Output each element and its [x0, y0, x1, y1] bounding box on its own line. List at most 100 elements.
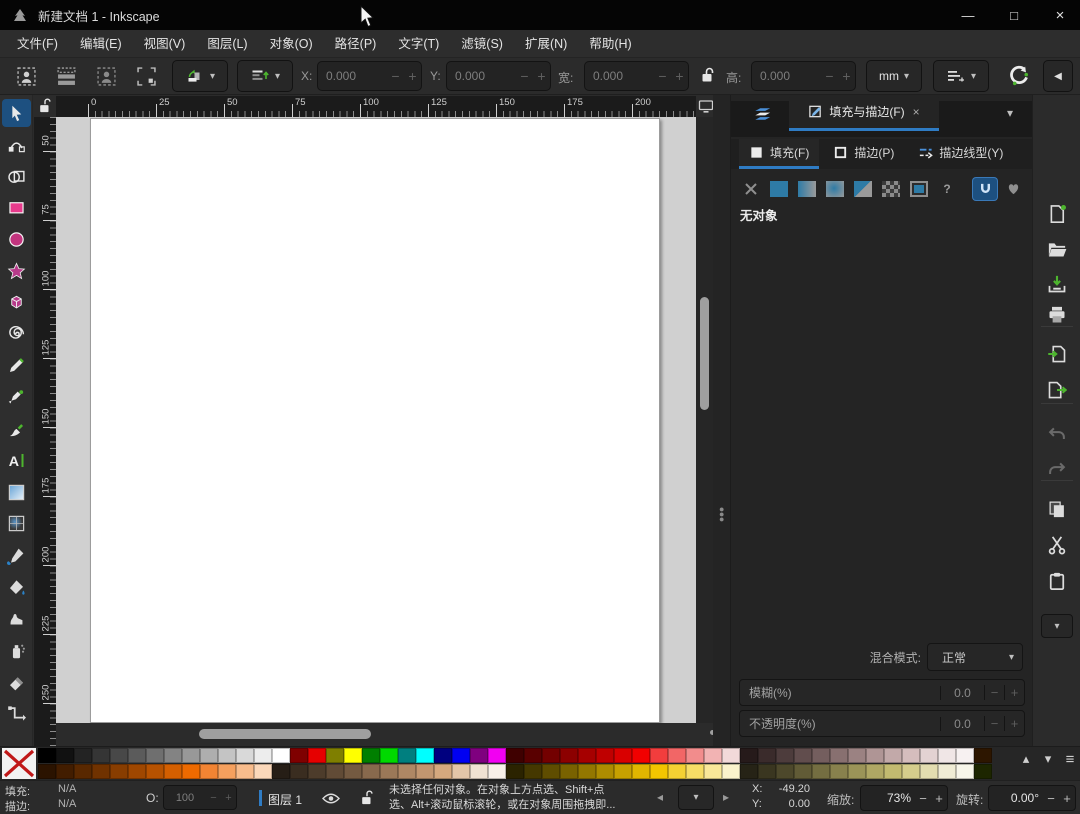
- tool-ellipse[interactable]: [2, 225, 31, 253]
- dialog-close-icon[interactable]: ×: [913, 105, 920, 119]
- fill-style-mesh-gradient[interactable]: [851, 178, 875, 200]
- fill-style-pattern[interactable]: [879, 178, 903, 200]
- color-swatch[interactable]: [74, 764, 92, 779]
- color-swatch[interactable]: [326, 764, 344, 779]
- color-swatch[interactable]: [668, 764, 686, 779]
- color-swatch[interactable]: [974, 764, 992, 779]
- color-swatch[interactable]: [398, 764, 416, 779]
- color-swatch[interactable]: [578, 764, 596, 779]
- layers-dialog-tab[interactable]: [741, 99, 785, 129]
- color-swatch[interactable]: [614, 748, 632, 763]
- color-swatch[interactable]: [776, 748, 794, 763]
- palette-scroll-down-icon[interactable]: ▾: [1038, 751, 1058, 767]
- color-swatch[interactable]: [560, 748, 578, 763]
- color-swatch[interactable]: [668, 748, 686, 763]
- tab-fill[interactable]: 填充(F): [739, 139, 820, 169]
- color-swatch[interactable]: [722, 748, 740, 763]
- paste-button[interactable]: [1045, 569, 1069, 593]
- color-swatch[interactable]: [884, 764, 902, 779]
- color-swatch[interactable]: [92, 748, 110, 763]
- color-swatch[interactable]: [200, 748, 218, 763]
- color-swatch[interactable]: [164, 748, 182, 763]
- layer-lock-icon[interactable]: [360, 790, 374, 806]
- minimize-button[interactable]: —: [945, 0, 991, 30]
- color-swatch[interactable]: [704, 764, 722, 779]
- export-button[interactable]: [1045, 378, 1069, 402]
- palette-menu-icon[interactable]: ≡: [1060, 751, 1080, 768]
- color-swatch[interactable]: [956, 748, 974, 763]
- select-mode-select-in-all-layers[interactable]: [50, 62, 82, 91]
- toolbar-collapse-button[interactable]: ◀: [1043, 60, 1073, 92]
- select-mode-select-objects[interactable]: [10, 62, 42, 91]
- dock-splitter[interactable]: ● ● ●: [713, 95, 730, 746]
- color-swatch[interactable]: [290, 764, 308, 779]
- color-swatch[interactable]: [434, 748, 452, 763]
- color-swatch[interactable]: [470, 748, 488, 763]
- status-prev-icon[interactable]: ◂: [657, 790, 663, 804]
- tool-tweak[interactable]: [2, 605, 31, 633]
- color-swatch[interactable]: [416, 748, 434, 763]
- color-swatch[interactable]: [974, 748, 992, 763]
- tool-rectangle[interactable]: [2, 194, 31, 222]
- tab-stroke-style[interactable]: 描边线型(Y): [908, 139, 1013, 169]
- tool-gradient[interactable]: [2, 478, 31, 506]
- lock-ratio-icon[interactable]: [700, 66, 716, 84]
- color-swatch[interactable]: [596, 748, 614, 763]
- color-swatch[interactable]: [272, 748, 290, 763]
- open-button[interactable]: [1045, 237, 1069, 261]
- color-swatch[interactable]: [398, 748, 416, 763]
- color-swatch[interactable]: [362, 764, 380, 779]
- color-swatch[interactable]: [434, 764, 452, 779]
- color-swatch[interactable]: [272, 764, 290, 779]
- menu-item-8[interactable]: 滤镜(S): [450, 30, 514, 58]
- color-swatch[interactable]: [830, 748, 848, 763]
- vertical-ruler[interactable]: 50 75 100 125 150 175 200 225 250: [34, 117, 56, 746]
- tool-pencil[interactable]: [2, 352, 31, 380]
- menu-item-9[interactable]: 扩展(N): [514, 30, 578, 58]
- color-swatch[interactable]: [326, 748, 344, 763]
- tool-connector[interactable]: [2, 699, 31, 727]
- fill-style-linear-gradient[interactable]: [795, 178, 819, 200]
- color-swatch[interactable]: [218, 764, 236, 779]
- color-swatch[interactable]: [38, 764, 56, 779]
- fill-style-fill-rule-even-odd[interactable]: [973, 177, 997, 200]
- fill-style-flat-color[interactable]: [767, 178, 791, 200]
- color-swatch[interactable]: [866, 748, 884, 763]
- color-swatch[interactable]: [920, 764, 938, 779]
- tool-mesh-gradient[interactable]: [2, 510, 31, 538]
- dock-menu-chevron-icon[interactable]: ▾: [996, 101, 1024, 125]
- canvas[interactable]: [56, 117, 696, 723]
- splitter-handle-icon[interactable]: ● ● ●: [719, 505, 724, 524]
- rotation-control[interactable]: 0.00° − +: [988, 785, 1076, 811]
- color-swatch[interactable]: [884, 748, 902, 763]
- fill-style-swatch[interactable]: [907, 178, 931, 200]
- current-layer-label[interactable]: 图层 1: [268, 791, 302, 808]
- menu-item-6[interactable]: 路径(P): [324, 30, 388, 58]
- fill-style-no-paint[interactable]: [739, 178, 763, 200]
- color-swatch[interactable]: [254, 748, 272, 763]
- color-swatch[interactable]: [308, 764, 326, 779]
- color-swatch[interactable]: [686, 748, 704, 763]
- tool-box-3d[interactable]: [2, 289, 31, 317]
- unit-dropdown[interactable]: mm ▾: [866, 60, 922, 92]
- layer-visibility-eye-icon[interactable]: [322, 792, 340, 805]
- vertical-scrollbar-thumb[interactable]: [700, 297, 709, 410]
- color-swatch[interactable]: [830, 764, 848, 779]
- import-button[interactable]: [1045, 342, 1069, 366]
- color-swatch[interactable]: [470, 764, 488, 779]
- color-swatch[interactable]: [794, 748, 812, 763]
- color-swatch[interactable]: [632, 748, 650, 763]
- tool-paint-bucket[interactable]: [2, 573, 31, 601]
- fill-indicator-value[interactable]: N/A: [58, 783, 76, 795]
- color-swatch[interactable]: [614, 764, 632, 779]
- color-swatch[interactable]: [920, 748, 938, 763]
- vertical-scrollbar[interactable]: [696, 117, 713, 723]
- menu-item-5[interactable]: 对象(O): [259, 30, 324, 58]
- color-swatch[interactable]: [686, 764, 704, 779]
- color-swatch[interactable]: [38, 748, 56, 763]
- tool-spiral[interactable]: [2, 320, 31, 348]
- select-mode-selection-bbox[interactable]: [130, 62, 162, 91]
- menu-item-7[interactable]: 文字(T): [387, 30, 450, 58]
- color-swatch[interactable]: [848, 748, 866, 763]
- z-order-dropdown[interactable]: ▾: [237, 60, 293, 92]
